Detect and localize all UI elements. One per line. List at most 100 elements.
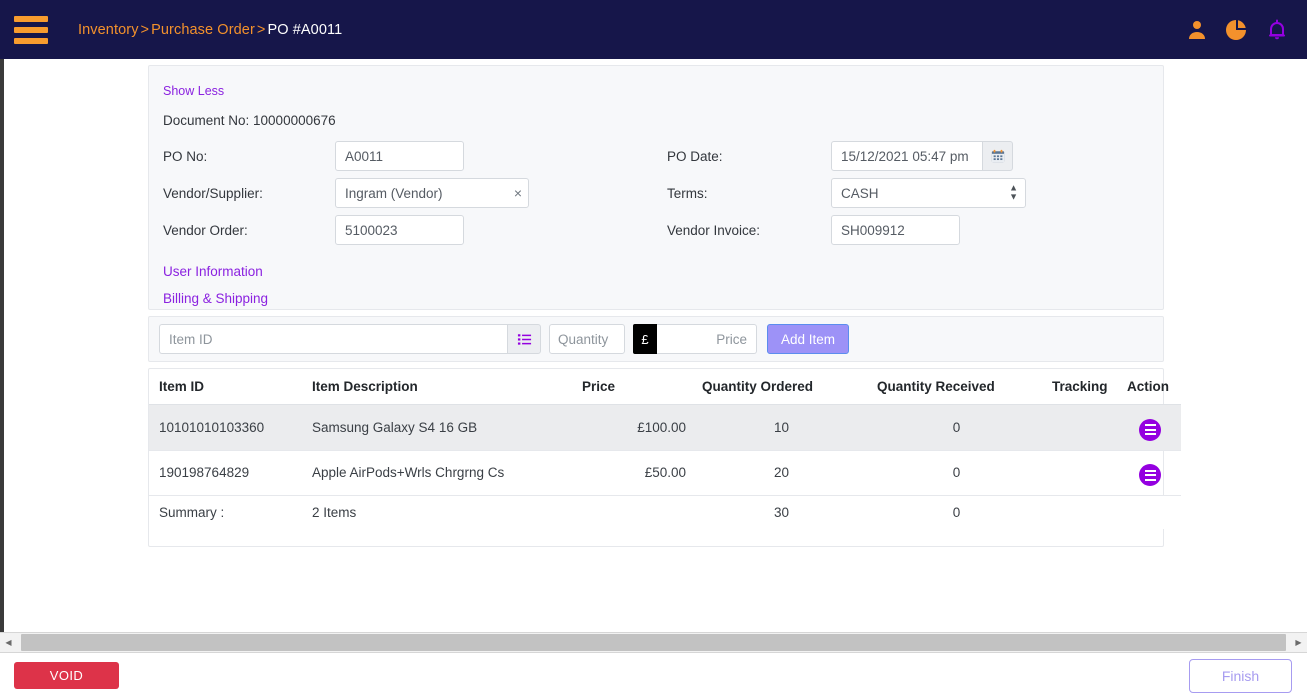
- scroll-right-arrow-icon[interactable]: ▶: [1290, 633, 1307, 652]
- quantity-input[interactable]: [549, 324, 625, 354]
- vendor-invoice-field-row: Vendor Invoice:: [667, 215, 960, 245]
- action-bar: [1144, 478, 1156, 481]
- content-area: Show Less Document No: 10000000676 PO No…: [4, 59, 1307, 632]
- action-bar: [1144, 428, 1156, 431]
- cell-quantity-ordered: 20: [694, 450, 869, 496]
- table-summary-row: Summary : 2 Items 30 0: [149, 495, 1181, 529]
- item-id-group: [159, 324, 541, 354]
- terms-field-row: Terms: ▲▼: [667, 178, 1026, 208]
- po-no-field-row: PO No:: [163, 141, 464, 171]
- add-item-button[interactable]: Add Item: [767, 324, 850, 354]
- item-id-input[interactable]: [159, 324, 507, 354]
- vendor-order-label: Vendor Order:: [163, 222, 248, 238]
- table-row: 190198764829 Apple AirPods+Wrls Chrgrng …: [149, 450, 1181, 496]
- vendor-invoice-input[interactable]: [831, 215, 960, 245]
- table-header-row: Item ID Item Description Price Quantity …: [149, 369, 1181, 405]
- add-item-toolbar: £ Add Item: [148, 316, 1164, 362]
- header-price: Price: [574, 369, 694, 405]
- menu-action-icon[interactable]: [1139, 418, 1161, 441]
- po-date-field-row: PO Date:: [667, 141, 1013, 171]
- breadcrumb-link-inventory[interactable]: Inventory: [78, 22, 139, 38]
- list-icon[interactable]: [507, 324, 541, 354]
- horizontal-scrollbar[interactable]: ◀ ▶: [0, 632, 1307, 653]
- header-item-id: Item ID: [149, 369, 304, 405]
- close-icon[interactable]: ×: [514, 186, 522, 200]
- cell-action: [1119, 450, 1181, 496]
- cell-item-description: Apple AirPods+Wrls Chrgrng Cs: [304, 450, 574, 496]
- user-information-link[interactable]: User Information: [163, 264, 263, 279]
- summary-quantity-ordered: 30: [694, 495, 869, 529]
- po-date-input[interactable]: [831, 141, 983, 171]
- summary-action: [1119, 495, 1181, 529]
- po-no-label: PO No:: [163, 148, 208, 164]
- cell-price: £100.00: [574, 404, 694, 451]
- po-date-label: PO Date:: [667, 148, 723, 164]
- bell-icon[interactable]: [1265, 18, 1289, 42]
- price-group: £: [633, 324, 757, 354]
- cell-tracking: [1044, 404, 1119, 451]
- scrollbar-track[interactable]: [17, 633, 1290, 652]
- purchase-order-page: Inventory > Purchase Order > PO #A0011 S…: [0, 0, 1307, 697]
- po-header-panel: Show Less Document No: 10000000676 PO No…: [148, 65, 1164, 310]
- summary-description: 2 Items: [304, 495, 574, 529]
- terms-control: ▲▼: [831, 178, 1026, 208]
- price-input[interactable]: [657, 324, 757, 354]
- currency-symbol: £: [633, 324, 657, 354]
- hamburger-icon[interactable]: [14, 15, 48, 44]
- hamburger-bar: [14, 26, 48, 33]
- cell-tracking: [1044, 450, 1119, 496]
- scroll-left-arrow-icon[interactable]: ◀: [0, 633, 17, 652]
- document-no-label: Document No: 10000000676: [163, 113, 336, 128]
- po-date-control: [831, 141, 1013, 171]
- hamburger-bar: [14, 37, 48, 44]
- breadcrumb-link-purchase-order[interactable]: Purchase Order: [151, 22, 255, 38]
- cell-action: [1119, 404, 1181, 451]
- vendor-field-row: Vendor/Supplier: ×: [163, 178, 529, 208]
- header-action: Action: [1119, 369, 1181, 405]
- cell-quantity-received: 0: [869, 450, 1044, 496]
- action-bar: [1144, 474, 1156, 476]
- summary-price: [574, 495, 694, 529]
- breadcrumb-current: PO #A0011: [267, 21, 343, 38]
- user-icon[interactable]: [1185, 18, 1209, 42]
- terms-select[interactable]: [831, 178, 1026, 208]
- cell-item-id: 10101010103360: [149, 404, 304, 451]
- hamburger-bar: [14, 15, 48, 22]
- vendor-control: ×: [335, 178, 529, 208]
- breadcrumb: Inventory > Purchase Order > PO #A0011: [78, 22, 342, 38]
- po-no-input[interactable]: [335, 141, 464, 171]
- pie-chart-icon[interactable]: [1225, 18, 1249, 42]
- vendor-invoice-label: Vendor Invoice:: [667, 222, 761, 238]
- top-navigation-bar: Inventory > Purchase Order > PO #A0011: [0, 0, 1307, 59]
- vendor-input[interactable]: [335, 178, 529, 208]
- calendar-icon[interactable]: [983, 141, 1013, 171]
- terms-label: Terms:: [667, 185, 708, 201]
- table-body: 10101010103360 Samsung Galaxy S4 16 GB £…: [149, 404, 1181, 529]
- scrollbar-thumb[interactable]: [21, 634, 1286, 651]
- topbar-icon-group: [1185, 0, 1289, 59]
- show-less-link[interactable]: Show Less: [163, 84, 224, 98]
- header-tracking: Tracking: [1044, 369, 1119, 405]
- action-bar: [1144, 469, 1156, 472]
- vendor-order-field-row: Vendor Order:: [163, 215, 464, 245]
- breadcrumb-separator: >: [256, 21, 266, 38]
- billing-shipping-link[interactable]: Billing & Shipping: [163, 291, 268, 306]
- menu-action-icon[interactable]: [1139, 464, 1161, 486]
- finish-button[interactable]: Finish: [1189, 659, 1292, 693]
- header-quantity-received: Quantity Received: [869, 369, 1044, 405]
- breadcrumb-separator: >: [140, 21, 150, 38]
- summary-quantity-received: 0: [869, 495, 1044, 529]
- cell-price: £50.00: [574, 450, 694, 496]
- cell-item-description: Samsung Galaxy S4 16 GB: [304, 404, 574, 451]
- vendor-order-input[interactable]: [335, 215, 464, 245]
- header-quantity-ordered: Quantity Ordered: [694, 369, 869, 405]
- header-item-description: Item Description: [304, 369, 574, 405]
- cell-quantity-received: 0: [869, 404, 1044, 451]
- items-table-panel: Item ID Item Description Price Quantity …: [148, 368, 1181, 547]
- cell-quantity-ordered: 10: [694, 404, 869, 451]
- void-button[interactable]: VOID: [14, 662, 119, 689]
- action-bar: [1144, 433, 1156, 435]
- footer-bar: VOID Finish: [0, 653, 1307, 697]
- table-head: Item ID Item Description Price Quantity …: [149, 369, 1181, 405]
- action-bar: [1144, 424, 1156, 426]
